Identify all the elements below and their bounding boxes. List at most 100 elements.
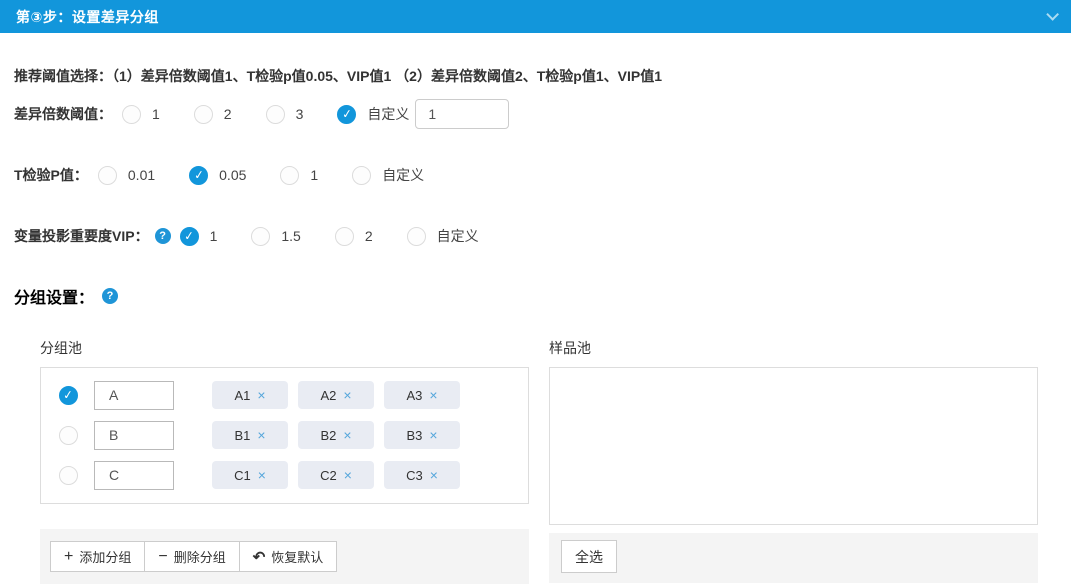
fold-change-row: 差异倍数阈值： 1 2 3 自定义 <box>14 100 1071 128</box>
remove-tag-icon[interactable] <box>430 467 438 483</box>
p-value-option-005[interactable]: 0.05 <box>189 166 246 185</box>
radio-icon <box>59 426 78 445</box>
remove-tag-icon[interactable] <box>257 387 265 403</box>
group-a-tags: A1 A2 A3 <box>212 381 470 409</box>
sample-tag: C1 <box>212 461 288 489</box>
p-value-option-1[interactable]: 1 <box>280 166 318 185</box>
fold-change-label: 差异倍数阈值： <box>14 104 112 124</box>
group-pool-panel: A1 A2 A3 B1 B2 B3 <box>40 367 529 504</box>
group-name-input-a[interactable] <box>94 381 174 410</box>
select-all-label: 全选 <box>575 547 603 567</box>
step-title: 第③步：设置差异分组 <box>16 7 159 27</box>
group-radio-a[interactable] <box>59 386 78 405</box>
radio-option-label: 自定义 <box>382 165 424 185</box>
delete-group-label: 删除分组 <box>174 547 226 566</box>
vip-label: 变量投影重要度VIP： <box>14 226 149 246</box>
remove-tag-icon[interactable] <box>258 467 266 483</box>
group-name-input-b[interactable] <box>94 421 174 450</box>
sample-pool-panel[interactable] <box>549 367 1038 525</box>
sample-tag: B2 <box>298 421 374 449</box>
group-pool-footer: 添加分组 删除分组 恢复默认 <box>40 529 529 584</box>
radio-option-label: 2 <box>224 106 232 122</box>
vip-option-2[interactable]: 2 <box>335 227 373 246</box>
sample-pool-column: 样品池 全选 <box>549 338 1038 583</box>
radio-icon <box>194 105 213 124</box>
radio-icon <box>251 227 270 246</box>
radio-icon <box>280 166 299 185</box>
group-name-input-c[interactable] <box>94 461 174 490</box>
sample-tag: A2 <box>298 381 374 409</box>
radio-option-label: 0.01 <box>128 167 155 183</box>
radio-icon <box>335 227 354 246</box>
sample-tag-label: B2 <box>320 428 336 443</box>
radio-icon <box>352 166 371 185</box>
step-body: 推荐阈值选择：（1）差异倍数阈值1、T检验p值0.05、VIP值1 （2）差异倍… <box>0 66 1071 584</box>
group-row-a: A1 A2 A3 <box>41 375 528 415</box>
sample-tag: C3 <box>384 461 460 489</box>
restore-default-button[interactable]: 恢复默认 <box>239 541 338 572</box>
radio-icon <box>189 166 208 185</box>
remove-tag-icon[interactable] <box>343 427 351 443</box>
remove-tag-icon[interactable] <box>343 387 351 403</box>
radio-option-label: 3 <box>296 106 304 122</box>
remove-tag-icon[interactable] <box>429 427 437 443</box>
sample-tag: A3 <box>384 381 460 409</box>
fold-change-option-1[interactable]: 1 <box>122 105 160 124</box>
group-b-tags: B1 B2 B3 <box>212 421 470 449</box>
step-header: 第③步：设置差异分组 <box>0 0 1071 33</box>
question-circle-icon[interactable] <box>155 228 171 244</box>
vip-option-custom[interactable]: 自定义 <box>407 226 479 246</box>
sample-tag-label: B1 <box>234 428 250 443</box>
radio-option-label: 1.5 <box>281 228 300 244</box>
sample-tag: B3 <box>384 421 460 449</box>
sample-tag-label: A2 <box>320 388 336 403</box>
vip-row: 变量投影重要度VIP： 1 1.5 2 自定义 <box>14 222 1071 250</box>
group-radio-b[interactable] <box>59 426 78 445</box>
p-value-row: T检验P值： 0.01 0.05 1 自定义 <box>14 161 1071 189</box>
fold-change-custom-input[interactable] <box>415 99 509 129</box>
group-row-b: B1 B2 B3 <box>41 415 528 455</box>
undo-icon <box>253 548 266 566</box>
sample-tag: C2 <box>298 461 374 489</box>
sample-tag-label: C2 <box>320 468 337 483</box>
delete-group-button[interactable]: 删除分组 <box>144 541 239 572</box>
sample-tag: B1 <box>212 421 288 449</box>
add-group-label: 添加分组 <box>79 547 131 566</box>
radio-icon <box>337 105 356 124</box>
sample-pool-title: 样品池 <box>549 338 1038 358</box>
radio-option-label: 0.05 <box>219 167 246 183</box>
radio-option-label: 1 <box>152 106 160 122</box>
sample-tag-label: C1 <box>234 468 251 483</box>
radio-icon <box>59 466 78 485</box>
group-pool-column: 分组池 A1 A2 A3 <box>40 338 529 584</box>
plus-icon <box>64 548 73 566</box>
group-row-c: C1 C2 C3 <box>41 455 528 495</box>
p-value-option-custom[interactable]: 自定义 <box>352 165 424 185</box>
restore-default-label: 恢复默认 <box>271 547 323 566</box>
chevron-down-icon[interactable] <box>1046 8 1059 21</box>
recommendation-text: 推荐阈值选择：（1）差异倍数阈值1、T检验p值0.05、VIP值1 （2）差异倍… <box>14 66 1071 82</box>
pools-section: 分组池 A1 A2 A3 <box>40 338 1071 584</box>
sample-tag-label: C3 <box>406 468 423 483</box>
group-c-tags: C1 C2 C3 <box>212 461 470 489</box>
p-value-label: T检验P值： <box>14 165 88 185</box>
remove-tag-icon[interactable] <box>257 427 265 443</box>
vip-option-1[interactable]: 1 <box>180 227 218 246</box>
minus-icon <box>158 548 167 566</box>
fold-change-option-custom[interactable]: 自定义 <box>337 104 409 124</box>
fold-change-option-2[interactable]: 2 <box>194 105 232 124</box>
fold-change-option-3[interactable]: 3 <box>266 105 304 124</box>
add-group-button[interactable]: 添加分组 <box>50 541 145 572</box>
radio-icon <box>180 227 199 246</box>
p-value-option-001[interactable]: 0.01 <box>98 166 155 185</box>
question-circle-icon[interactable] <box>102 288 118 304</box>
remove-tag-icon[interactable] <box>429 387 437 403</box>
radio-icon <box>266 105 285 124</box>
select-all-button[interactable]: 全选 <box>561 540 617 573</box>
vip-option-15[interactable]: 1.5 <box>251 227 300 246</box>
group-pool-title: 分组池 <box>40 338 529 358</box>
sample-tag-label: B3 <box>406 428 422 443</box>
radio-icon <box>98 166 117 185</box>
remove-tag-icon[interactable] <box>344 467 352 483</box>
group-radio-c[interactable] <box>59 466 78 485</box>
